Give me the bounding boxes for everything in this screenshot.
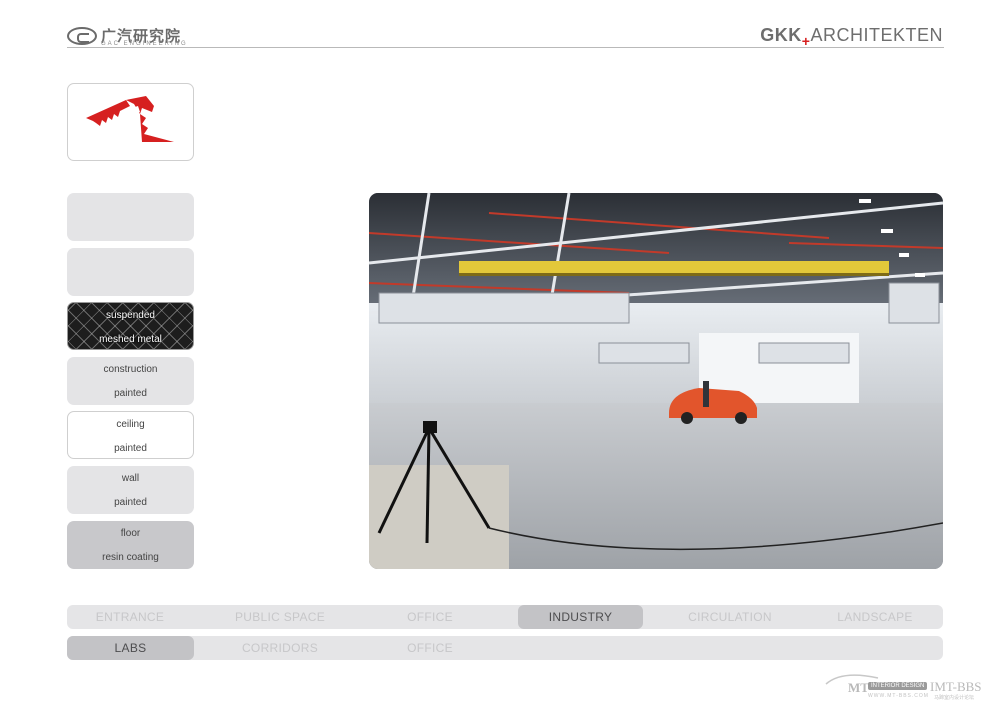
subnav-tab-corridors[interactable]: CORRIDORS [207,636,353,660]
material-line1: wall [121,473,140,484]
nav-tab-office[interactable]: OFFICE [357,605,503,629]
material-line1: suspended [106,310,155,321]
watermark: MT INTERIOR DESIGN IMT-BBS WWW.MT-BBS.CO… [822,668,997,702]
gkk-logo-part2: ARCHITEKTEN [810,25,943,45]
watermark-url: WWW.MT-BBS.COM [868,693,929,699]
material-line1: floor [120,528,141,539]
watermark-sub: 马蹄室内设计论坛 [934,695,975,701]
material-button-2[interactable] [67,248,194,296]
material-button-7[interactable]: floor resin coating [67,521,194,569]
section-logo-tile [67,83,194,161]
nav-tab-landscape[interactable]: LANDSCAPE [807,605,943,629]
material-line2: painted [114,497,147,508]
material-line2: meshed metal [99,334,162,345]
red-structure-icon [86,96,174,142]
material-line1: construction [103,364,158,375]
material-line1: ceiling [116,419,145,430]
material-button-6[interactable]: wall painted [67,466,194,514]
material-button-1[interactable] [67,193,194,241]
nav-tab-public-space[interactable]: PUBLIC SPACE [207,605,353,629]
nav-tab-circulation[interactable]: CIRCULATION [657,605,803,629]
gkk-architekten-logo: GKK+ARCHITEKTEN [760,25,943,49]
gac-logo-mark-icon [67,27,97,45]
material-line2: painted [114,388,147,399]
nav-tab-entrance[interactable]: ENTRANCE [67,605,193,629]
gkk-logo-part1: GKK [760,25,802,45]
watermark-bbs: IMT-BBS [930,679,982,694]
material-button-5[interactable]: ceiling painted [67,411,194,459]
header-divider [67,47,944,48]
material-button-4[interactable]: construction painted [67,357,194,405]
industry-hall-photo [369,193,943,569]
nav-tab-industry[interactable]: INDUSTRY [518,605,643,629]
watermark-pill: INTERIOR DESIGN [868,682,928,690]
watermark-mt: MT [848,680,869,695]
industry-hall-image [369,193,943,569]
material-line2: resin coating [102,552,159,563]
material-line2: painted [114,443,147,454]
secondary-nav: LABS CORRIDORS OFFICE [67,636,943,660]
subnav-tab-labs[interactable]: LABS [67,636,194,660]
primary-nav: ENTRANCE PUBLIC SPACE OFFICE INDUSTRY CIRCUL… [67,605,943,629]
gac-logo: 广汽研究院 GAC ENGINEERING [67,25,202,47]
material-button-3[interactable]: suspended meshed metal [67,302,194,350]
subnav-tab-office[interactable]: OFFICE [357,636,503,660]
